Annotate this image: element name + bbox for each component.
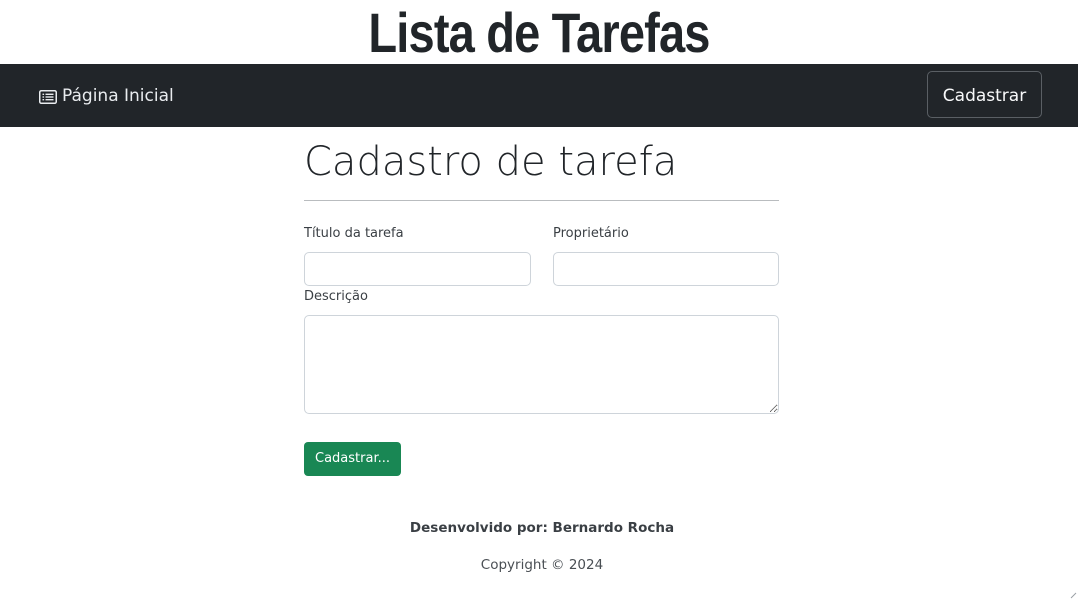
resize-grip-icon[interactable] bbox=[1069, 584, 1077, 599]
site-title: Lista de Tarefas bbox=[368, 1, 710, 64]
owner-input[interactable] bbox=[553, 252, 779, 286]
footer-copyright: Copyright © 2024 bbox=[480, 557, 604, 573]
footer-developer: Desenvolvido por: Bernardo Rocha bbox=[409, 520, 675, 536]
nav-home-label: Página Inicial bbox=[62, 86, 174, 106]
title-label: Título da tarefa bbox=[304, 226, 404, 241]
nav-cadastrar-button[interactable]: Cadastrar bbox=[927, 71, 1042, 118]
nav-home-link[interactable]: Página Inicial bbox=[39, 84, 174, 108]
page-heading: Cadastro de tarefa bbox=[304, 139, 678, 185]
heading-divider bbox=[304, 200, 779, 201]
title-input[interactable] bbox=[304, 252, 531, 286]
owner-label: Proprietário bbox=[553, 226, 629, 241]
submit-button[interactable]: Cadastrar... bbox=[304, 442, 401, 476]
list-icon bbox=[39, 89, 57, 104]
description-label: Descrição bbox=[304, 289, 368, 304]
navbar: Página Inicial Cadastrar bbox=[0, 64, 1078, 127]
description-textarea[interactable] bbox=[304, 315, 779, 414]
